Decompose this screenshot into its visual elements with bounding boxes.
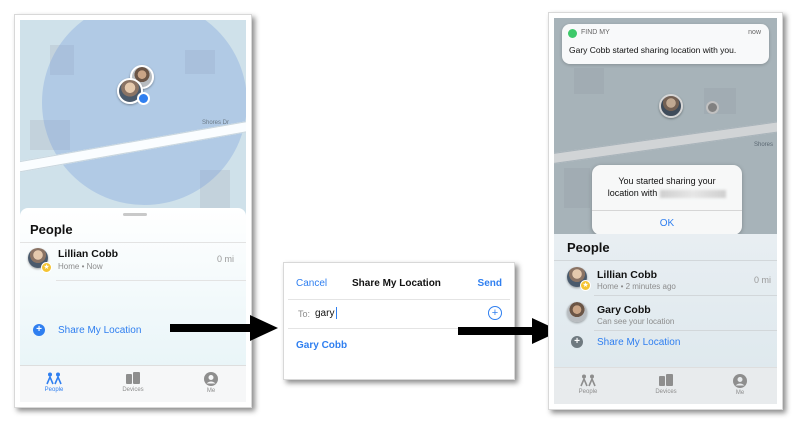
avatar [567, 302, 587, 322]
send-button[interactable]: Send [478, 278, 502, 289]
tab-label: Devices [655, 389, 677, 395]
redacted-phone-number [660, 189, 727, 198]
tab-bar: People Devices Me [20, 365, 246, 402]
notification-time: now [748, 29, 761, 36]
alert-message-line1: You started sharing your [618, 176, 716, 186]
notification-message: Gary Cobb started sharing location with … [569, 45, 737, 55]
find-my-shared-screen: Shores FIND MY now Gary Cobb started sha… [554, 18, 777, 404]
tab-devices[interactable]: Devices [646, 374, 686, 395]
star-badge-icon: ★ [580, 280, 591, 291]
devices-icon [659, 374, 673, 386]
tab-label: Me [206, 388, 216, 394]
my-location-dot [137, 92, 150, 105]
people-title: People [567, 240, 610, 255]
person-distance: 0 mi [753, 275, 771, 285]
devices-icon [126, 372, 140, 384]
panel-handle[interactable] [123, 213, 147, 216]
people-icon [580, 374, 596, 387]
tab-me[interactable]: Me [720, 374, 760, 396]
right-phone-frame: Shores FIND MY now Gary Cobb started sha… [548, 12, 783, 410]
tab-devices[interactable]: Devices [113, 372, 153, 393]
text-cursor [336, 307, 337, 319]
tab-bar: People Devices Me [554, 367, 777, 404]
tab-people[interactable]: People [568, 374, 608, 395]
sharing-alert: You started sharing your location with O… [592, 165, 742, 235]
road-label: Shores Dr [202, 120, 230, 126]
me-icon [204, 372, 218, 386]
add-circle-icon: + [33, 324, 45, 336]
person-name: Lillian Cobb [58, 248, 119, 260]
notification-app: FIND MY [581, 29, 610, 36]
ok-button[interactable]: OK [592, 218, 742, 229]
cancel-button[interactable]: Cancel [296, 278, 327, 289]
people-icon [46, 372, 62, 385]
share-my-location-button[interactable]: + Share My Location [554, 334, 777, 354]
person-row-gary[interactable]: Gary Cobb Can see your location [554, 297, 777, 329]
flow-arrow-icon [170, 315, 278, 341]
person-name: Gary Cobb [597, 304, 651, 316]
tab-label: Me [735, 390, 745, 396]
person-detail: Home • 2 minutes ago [597, 282, 676, 291]
people-panel: People ★ Lillian Cobb Home • 2 minutes a… [554, 234, 777, 368]
add-circle-icon: + [571, 336, 583, 348]
tab-me[interactable]: Me [191, 372, 231, 394]
people-title: People [30, 222, 73, 237]
flow-arrow-icon [458, 318, 560, 344]
person-row-lillian[interactable]: ★ Lillian Cobb Home • 2 minutes ago 0 mi [554, 262, 777, 294]
tab-people[interactable]: People [34, 372, 74, 393]
contact-suggestion[interactable]: Gary Cobb [296, 340, 347, 351]
sheet-header: Cancel Share My Location Send [288, 267, 510, 300]
left-phone-frame: Shores Dr People ★ Lillian Cobb Home • N… [14, 14, 252, 408]
alert-message-line2: location with [607, 188, 658, 198]
tab-label: Devices [122, 387, 144, 393]
person-name: Lillian Cobb [597, 269, 658, 281]
person-detail: Home • Now [58, 262, 103, 271]
person-row-lillian[interactable]: ★ Lillian Cobb Home • Now 0 mi [20, 244, 246, 278]
share-my-location-label: Share My Location [597, 337, 681, 348]
share-my-location-label: Share My Location [58, 325, 142, 336]
me-icon [733, 374, 747, 388]
tab-label: People [44, 387, 64, 393]
find-my-people-screen: Shores Dr People ★ Lillian Cobb Home • N… [20, 20, 246, 402]
notification-banner[interactable]: FIND MY now Gary Cobb started sharing lo… [562, 24, 769, 64]
person-detail: Can see your location [597, 317, 675, 326]
person-distance: 0 mi [216, 254, 234, 264]
map-view[interactable]: Shores Dr [20, 20, 246, 220]
to-input-value[interactable]: gary [315, 308, 334, 319]
find-my-app-icon [568, 29, 577, 38]
people-panel: People ★ Lillian Cobb Home • Now 0 mi + … [20, 208, 246, 366]
tab-label: People [578, 389, 598, 395]
star-badge-icon: ★ [41, 262, 52, 273]
sheet-title: Share My Location [352, 278, 441, 289]
to-label: To: [298, 309, 311, 319]
